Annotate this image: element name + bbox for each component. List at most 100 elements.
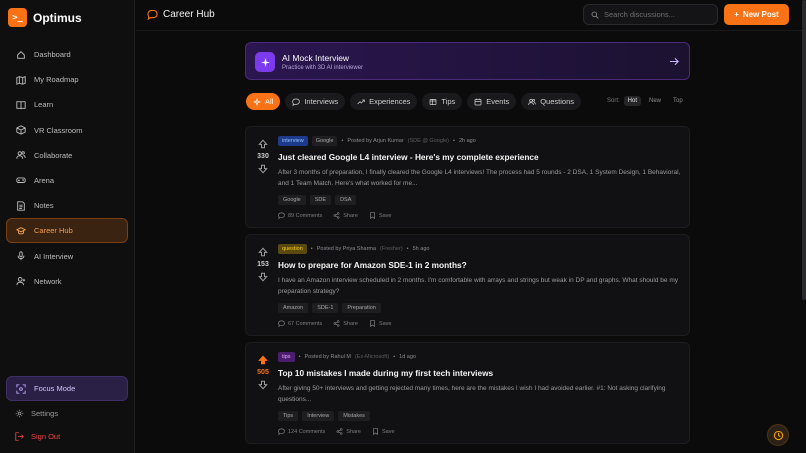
sidebar-item-my-roadmap[interactable]: My Roadmap (6, 67, 128, 92)
focus-mode-button[interactable]: Focus Mode (6, 376, 128, 401)
tag[interactable]: SDE-1 (312, 303, 339, 313)
filter-label: Experiences (369, 97, 411, 106)
vote-control: 330 (255, 139, 271, 174)
post-author[interactable]: Posted by Priya Sharma (317, 246, 376, 252)
post-card[interactable]: 153 question • Posted by Priya Sharma (F… (245, 234, 690, 336)
comments-label: 89 Comments (288, 212, 323, 219)
comments-button[interactable]: 67 Comments (278, 320, 322, 327)
post-type-badge[interactable]: question (278, 244, 307, 254)
upvote-icon[interactable] (258, 355, 268, 365)
page-title: Career Hub (147, 9, 215, 20)
downvote-icon[interactable] (258, 272, 268, 282)
sidebar-item-collaborate[interactable]: Collaborate (6, 143, 128, 168)
post-type-badge[interactable]: tips (278, 352, 295, 362)
trend-icon (357, 99, 365, 104)
save-button[interactable]: Save (369, 212, 392, 219)
author-role: (Ex-Microsoft) (354, 354, 390, 360)
sidebar-item-ai-interview[interactable]: AI Interview (6, 244, 128, 269)
post-time: 1d ago (399, 354, 416, 360)
post-actions: 89 Comments Share Save (278, 212, 391, 219)
post-time: 5h ago (412, 246, 430, 252)
tag[interactable]: Google (278, 195, 306, 205)
book-icon (16, 101, 26, 110)
post-card[interactable]: 505 tips • Posted by Rahul M (Ex-Microso… (245, 342, 690, 444)
settings-link[interactable]: Settings (15, 409, 58, 418)
focus-icon (16, 383, 26, 394)
upvote-icon[interactable] (258, 139, 268, 149)
ai-mock-interview-banner[interactable]: AI Mock Interview Practice with 3D AI in… (245, 42, 690, 80)
sidebar-item-arena[interactable]: Arena (6, 168, 128, 193)
author-role: (SDE @ Google) (407, 138, 450, 144)
dot-separator: • (298, 354, 301, 360)
post-author[interactable]: Posted by Rahul M (305, 354, 351, 360)
search-input[interactable] (604, 10, 714, 19)
post-type-badge[interactable]: interview (278, 136, 308, 146)
filter-label: Interviews (304, 97, 339, 106)
filter-events[interactable]: Events (467, 93, 517, 110)
save-label: Save (378, 212, 392, 219)
filter-all[interactable]: All (246, 93, 281, 110)
sort-hot[interactable]: Hot (623, 96, 642, 106)
sidebar-item-network[interactable]: Network (6, 269, 128, 294)
search-box[interactable] (583, 4, 718, 25)
new-post-button[interactable]: + New Post (724, 4, 789, 25)
tag[interactable]: Amazon (278, 303, 309, 313)
filter-tips[interactable]: Tips (422, 93, 463, 110)
sidebar-item-vr-classroom[interactable]: VR Classroom (6, 118, 128, 143)
graduation-cap-icon (16, 226, 26, 235)
downvote-icon[interactable] (258, 164, 268, 174)
page-scrollbar[interactable] (802, 0, 806, 300)
tag[interactable]: Mistakes (338, 411, 370, 421)
sort-new[interactable]: New (645, 96, 665, 106)
users-icon (528, 98, 536, 105)
tag[interactable]: Preparation (342, 303, 381, 313)
share-label: Share (343, 320, 358, 327)
sidebar-item-dashboard[interactable]: Dashboard (6, 42, 128, 67)
upvote-icon[interactable] (258, 247, 268, 257)
company-tag[interactable]: Google (311, 136, 338, 146)
dot-separator: • (453, 138, 455, 144)
bookmark-icon (370, 212, 375, 219)
post-title[interactable]: Top 10 mistakes I made during my first t… (278, 368, 493, 378)
post-title[interactable]: Just cleared Google L4 interview - Here'… (278, 152, 539, 162)
save-button[interactable]: Save (369, 320, 391, 327)
new-post-label: New Post (742, 10, 779, 19)
share-button[interactable]: Share (333, 212, 358, 219)
post-card[interactable]: 330 interview Google • Posted by Arjun K… (245, 126, 690, 228)
tag[interactable]: Tips (278, 411, 299, 421)
sidebar-item-notes[interactable]: Notes (6, 193, 128, 218)
tag[interactable]: Interview (302, 411, 335, 421)
filter-experiences[interactable]: Experiences (350, 93, 418, 110)
post-tags: Tips Interview Mistakes (278, 411, 370, 421)
share-label: Share (346, 428, 361, 435)
banner-title: AI Mock Interview (282, 53, 350, 63)
sidebar-item-learn[interactable]: Learn (6, 92, 128, 117)
brand[interactable]: >_ Optimus (8, 8, 82, 27)
author-role: (Fresher) (380, 246, 403, 252)
comments-button[interactable]: 89 Comments (278, 212, 322, 219)
focus-timer-button[interactable] (767, 424, 789, 446)
banner-subtitle: Practice with 3D AI interviewer (282, 65, 364, 71)
tag[interactable]: SDE (309, 195, 332, 205)
sort-control: Sort: Hot New Top (607, 96, 687, 106)
post-author[interactable]: Posted by Arjun Kumar (347, 138, 403, 144)
filter-questions[interactable]: Questions (521, 93, 581, 110)
gear-icon (15, 409, 24, 418)
sidebar-item-career-hub[interactable]: Career Hub (6, 218, 128, 244)
comments-button[interactable]: 124 Comments (278, 428, 325, 435)
post-title[interactable]: How to prepare for Amazon SDE-1 in 2 mon… (278, 260, 467, 270)
share-button[interactable]: Share (336, 428, 361, 435)
share-icon (336, 428, 343, 435)
sort-top[interactable]: Top (669, 96, 687, 106)
vote-control: 505 (255, 355, 271, 390)
save-button[interactable]: Save (372, 428, 395, 435)
downvote-icon[interactable] (258, 380, 268, 390)
share-button[interactable]: Share (333, 320, 358, 327)
focus-mode-label: Focus Mode (34, 384, 76, 393)
sidebar: >_ Optimus Dashboard My Roadmap Learn VR… (0, 0, 135, 453)
dot-separator: • (341, 138, 344, 144)
sign-out-link[interactable]: Sign Out (15, 432, 60, 441)
tag[interactable]: DSA (335, 195, 357, 205)
filter-interviews[interactable]: Interviews (285, 93, 346, 110)
sort-label: Sort: (607, 98, 620, 104)
